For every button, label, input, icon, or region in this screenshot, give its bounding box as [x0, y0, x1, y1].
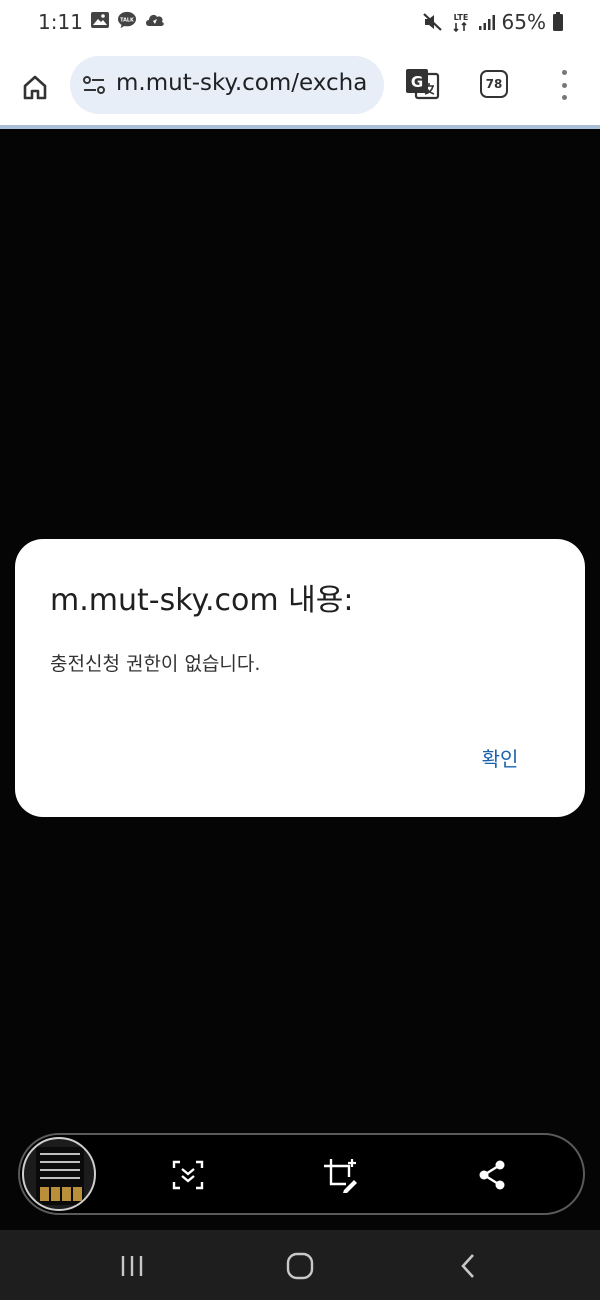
recents-button[interactable]	[112, 1250, 152, 1282]
svg-text:TALK: TALK	[120, 17, 134, 23]
address-bar[interactable]: m.mut-sky.com/excha	[70, 56, 384, 114]
more-options-button[interactable]	[556, 70, 572, 100]
back-button[interactable]	[448, 1250, 488, 1282]
menu-dot	[561, 82, 567, 88]
home-nav-button[interactable]	[280, 1250, 320, 1282]
dialog-ok-button[interactable]: 확인	[465, 741, 535, 777]
svg-text:G: G	[411, 73, 423, 91]
battery-percent: 65%	[501, 10, 546, 34]
translate-button[interactable]: G	[404, 66, 440, 102]
cloud-icon	[146, 14, 164, 26]
back-icon	[461, 1254, 474, 1278]
thumbnail-line	[40, 1161, 80, 1163]
home-button[interactable]	[18, 70, 52, 104]
menu-dot	[561, 70, 567, 75]
gallery-icon	[91, 12, 109, 28]
signal-icon	[478, 15, 495, 30]
crop-edit-button[interactable]	[322, 1157, 358, 1193]
browser-toolbar: m.mut-sky.com/excha G 78	[0, 46, 600, 128]
thumbnail-tile	[40, 1187, 49, 1201]
tab-switcher-button[interactable]: 78	[480, 70, 508, 98]
home-icon	[23, 75, 47, 100]
thumbnail-tile	[51, 1187, 60, 1201]
url-text[interactable]: m.mut-sky.com/excha	[116, 70, 378, 96]
svg-text:LTE: LTE	[453, 13, 468, 22]
navigation-bar	[0, 1230, 600, 1300]
home-icon	[286, 1252, 314, 1280]
screenshot-thumbnail[interactable]	[22, 1137, 96, 1211]
status-bar: 1:11 TALK LTE 65%	[0, 0, 600, 46]
dialog-title: m.mut-sky.com 내용:	[50, 583, 354, 618]
notification-icons: TALK	[90, 11, 166, 29]
thumbnail-tile	[73, 1187, 82, 1201]
share-icon	[479, 1160, 505, 1190]
dialog-message: 충전신청 권한이 없습니다.	[50, 653, 261, 675]
kakaotalk-icon: TALK	[118, 11, 136, 29]
share-button[interactable]	[474, 1157, 510, 1193]
screenshot-toolbar	[18, 1133, 585, 1215]
crop-edit-icon	[324, 1159, 357, 1193]
scroll-capture-icon	[172, 1160, 204, 1190]
thumbnail-line	[40, 1177, 80, 1179]
recents-icon	[121, 1256, 143, 1276]
thumbnail-line	[40, 1153, 80, 1155]
menu-dot	[561, 95, 567, 100]
site-settings-icon[interactable]	[82, 74, 106, 96]
translate-icon: G	[406, 69, 440, 100]
scroll-capture-button[interactable]	[170, 1157, 206, 1193]
thumbnail-preview	[36, 1147, 84, 1205]
thumbnail-tile	[62, 1187, 71, 1201]
battery-icon	[553, 12, 563, 31]
status-time: 1:11	[38, 10, 83, 34]
thumbnail-line	[40, 1169, 80, 1171]
alert-dialog: m.mut-sky.com 내용: 충전신청 권한이 없습니다. 확인	[15, 539, 585, 817]
lte-icon: LTE	[452, 13, 468, 33]
system-status: LTE 65%	[422, 10, 564, 34]
mute-icon	[422, 13, 442, 31]
